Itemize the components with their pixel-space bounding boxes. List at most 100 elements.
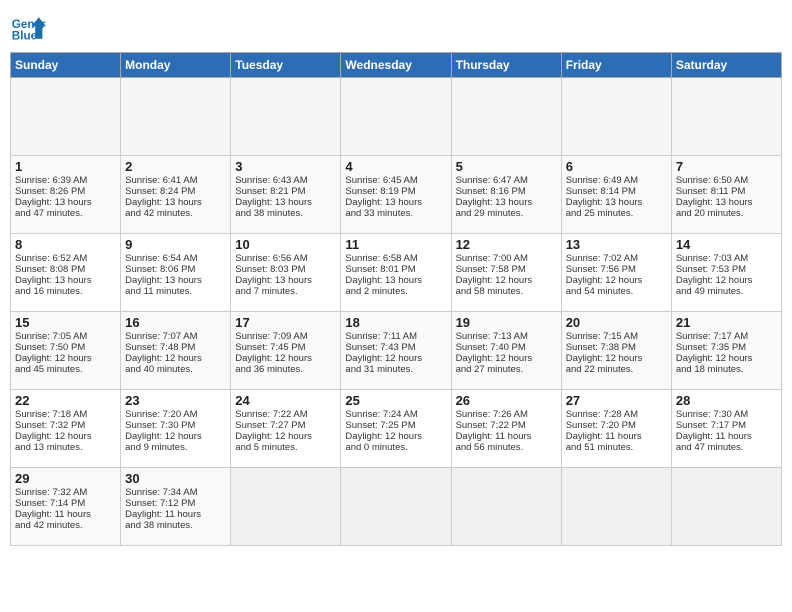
day-info: Sunrise: 7:02 AM [566,253,667,264]
day-info: Daylight: 11 hours [15,509,116,520]
day-info: Sunset: 7:56 PM [566,264,667,275]
day-info: Sunrise: 6:56 AM [235,253,336,264]
day-number: 15 [15,315,116,330]
day-info: and 47 minutes. [15,208,116,219]
day-info: and 49 minutes. [676,286,777,297]
day-info: Sunrise: 6:43 AM [235,175,336,186]
calendar-cell: 11Sunrise: 6:58 AMSunset: 8:01 PMDayligh… [341,234,451,312]
day-info: Sunrise: 7:15 AM [566,331,667,342]
calendar-cell: 12Sunrise: 7:00 AMSunset: 7:58 PMDayligh… [451,234,561,312]
day-info: and 13 minutes. [15,442,116,453]
weekday-header: Tuesday [231,53,341,78]
weekday-header: Thursday [451,53,561,78]
day-number: 18 [345,315,446,330]
day-info: Daylight: 13 hours [125,197,226,208]
day-info: Sunset: 8:06 PM [125,264,226,275]
day-number: 14 [676,237,777,252]
day-info: Sunset: 8:03 PM [235,264,336,275]
day-info: Daylight: 11 hours [125,509,226,520]
day-info: Daylight: 13 hours [15,197,116,208]
calendar-cell [231,468,341,546]
calendar-cell: 6Sunrise: 6:49 AMSunset: 8:14 PMDaylight… [561,156,671,234]
day-info: Sunset: 7:48 PM [125,342,226,353]
day-info: Daylight: 12 hours [676,275,777,286]
calendar-cell: 13Sunrise: 7:02 AMSunset: 7:56 PMDayligh… [561,234,671,312]
day-number: 28 [676,393,777,408]
day-info: Sunrise: 6:41 AM [125,175,226,186]
day-info: and 38 minutes. [235,208,336,219]
day-info: Daylight: 12 hours [125,353,226,364]
day-info: Sunset: 7:45 PM [235,342,336,353]
calendar-cell: 24Sunrise: 7:22 AMSunset: 7:27 PMDayligh… [231,390,341,468]
day-info: and 42 minutes. [15,520,116,531]
day-info: and 25 minutes. [566,208,667,219]
day-info: and 31 minutes. [345,364,446,375]
day-info: Sunset: 7:40 PM [456,342,557,353]
day-info: Daylight: 13 hours [125,275,226,286]
day-number: 3 [235,159,336,174]
day-info: Daylight: 11 hours [566,431,667,442]
calendar-cell: 3Sunrise: 6:43 AMSunset: 8:21 PMDaylight… [231,156,341,234]
day-info: and 22 minutes. [566,364,667,375]
day-info: and 16 minutes. [15,286,116,297]
day-info: Sunset: 7:58 PM [456,264,557,275]
day-info: Sunrise: 7:32 AM [15,487,116,498]
day-info: Sunset: 8:08 PM [15,264,116,275]
calendar-cell [451,468,561,546]
day-number: 9 [125,237,226,252]
calendar-week-row [11,78,782,156]
calendar-cell: 19Sunrise: 7:13 AMSunset: 7:40 PMDayligh… [451,312,561,390]
day-info: Sunset: 7:22 PM [456,420,557,431]
calendar-cell: 20Sunrise: 7:15 AMSunset: 7:38 PMDayligh… [561,312,671,390]
logo: General Blue [10,10,46,46]
day-info: Daylight: 12 hours [235,353,336,364]
day-info: and 9 minutes. [125,442,226,453]
day-info: and 38 minutes. [125,520,226,531]
day-info: Sunrise: 7:24 AM [345,409,446,420]
calendar-cell [11,78,121,156]
day-info: Sunrise: 7:00 AM [456,253,557,264]
day-info: Sunset: 8:19 PM [345,186,446,197]
day-info: Sunset: 8:24 PM [125,186,226,197]
day-number: 20 [566,315,667,330]
day-number: 17 [235,315,336,330]
day-info: Daylight: 12 hours [676,353,777,364]
day-number: 30 [125,471,226,486]
weekday-header: Wednesday [341,53,451,78]
weekday-header: Monday [121,53,231,78]
day-info: Daylight: 11 hours [676,431,777,442]
day-number: 6 [566,159,667,174]
day-info: Sunrise: 7:05 AM [15,331,116,342]
day-info: Sunset: 8:21 PM [235,186,336,197]
calendar-cell: 27Sunrise: 7:28 AMSunset: 7:20 PMDayligh… [561,390,671,468]
day-info: Sunrise: 6:39 AM [15,175,116,186]
calendar-cell [671,78,781,156]
day-info: and 2 minutes. [345,286,446,297]
day-number: 11 [345,237,446,252]
calendar-cell: 8Sunrise: 6:52 AMSunset: 8:08 PMDaylight… [11,234,121,312]
day-info: Sunset: 7:43 PM [345,342,446,353]
weekday-header: Friday [561,53,671,78]
day-info: Daylight: 13 hours [566,197,667,208]
day-info: Daylight: 13 hours [235,275,336,286]
day-info: Sunrise: 7:11 AM [345,331,446,342]
day-info: and 40 minutes. [125,364,226,375]
day-info: and 36 minutes. [235,364,336,375]
calendar-cell: 21Sunrise: 7:17 AMSunset: 7:35 PMDayligh… [671,312,781,390]
day-number: 4 [345,159,446,174]
calendar-week-row: 1Sunrise: 6:39 AMSunset: 8:26 PMDaylight… [11,156,782,234]
day-info: Daylight: 12 hours [456,353,557,364]
page-header: General Blue [10,10,782,46]
day-info: and 27 minutes. [456,364,557,375]
day-info: Daylight: 13 hours [345,275,446,286]
day-info: Daylight: 13 hours [235,197,336,208]
calendar-cell: 9Sunrise: 6:54 AMSunset: 8:06 PMDaylight… [121,234,231,312]
calendar-cell: 5Sunrise: 6:47 AMSunset: 8:16 PMDaylight… [451,156,561,234]
day-info: Sunset: 7:12 PM [125,498,226,509]
day-info: and 54 minutes. [566,286,667,297]
calendar-cell: 1Sunrise: 6:39 AMSunset: 8:26 PMDaylight… [11,156,121,234]
day-number: 8 [15,237,116,252]
day-number: 24 [235,393,336,408]
weekday-header: Sunday [11,53,121,78]
calendar-week-row: 15Sunrise: 7:05 AMSunset: 7:50 PMDayligh… [11,312,782,390]
